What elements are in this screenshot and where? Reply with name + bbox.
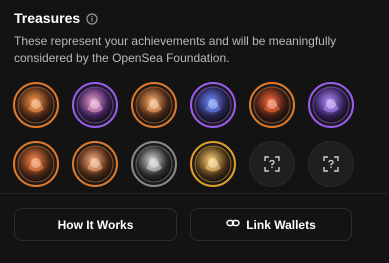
- link-icon: [226, 216, 240, 233]
- empty-treasure-slot[interactable]: [308, 141, 354, 187]
- treasure-badge-1[interactable]: [13, 82, 59, 128]
- treasure-badge-2[interactable]: [72, 82, 118, 128]
- treasures-description: These represent your achievements and wi…: [14, 34, 337, 65]
- info-icon[interactable]: [86, 12, 98, 25]
- how-it-works-button[interactable]: How It Works: [14, 208, 177, 241]
- page-title: Treasures: [14, 10, 81, 26]
- treasure-badge-5[interactable]: [249, 82, 295, 128]
- treasure-badge-9[interactable]: [131, 141, 177, 187]
- treasures-panel: Treasures These represent your achieveme…: [0, 0, 389, 263]
- treasure-badge-8[interactable]: [72, 141, 118, 187]
- empty-treasure-slot[interactable]: [249, 141, 295, 187]
- treasure-badge-10[interactable]: [190, 141, 236, 187]
- link-wallets-button[interactable]: Link Wallets: [190, 208, 352, 241]
- treasure-badge-7[interactable]: [13, 141, 59, 187]
- locked-treasure-icon: [323, 156, 339, 172]
- locked-treasure-icon: [264, 156, 280, 172]
- link-wallets-label: Link Wallets: [246, 217, 316, 232]
- treasure-badge-6[interactable]: [308, 82, 354, 128]
- treasure-badge-3[interactable]: [131, 82, 177, 128]
- treasures-header: Treasures: [14, 10, 98, 26]
- treasures-grid: [13, 82, 373, 187]
- how-it-works-label: How It Works: [57, 217, 134, 232]
- divider: [0, 193, 389, 194]
- treasure-badge-4[interactable]: [190, 82, 236, 128]
